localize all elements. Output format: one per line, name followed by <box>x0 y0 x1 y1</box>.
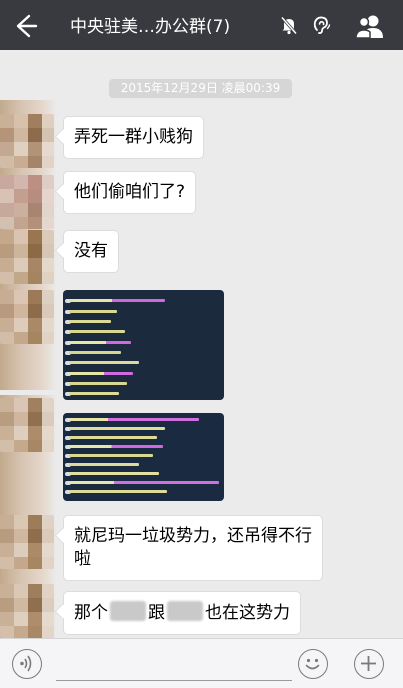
message-text: 没有 <box>74 241 108 261</box>
input-bar <box>0 638 403 688</box>
voice-icon[interactable] <box>12 649 42 679</box>
avatar[interactable] <box>0 515 54 569</box>
avatar[interactable] <box>0 114 54 168</box>
message-timestamp: 2015年12月29日 凌晨00:39 <box>109 79 292 98</box>
avatar[interactable] <box>0 398 54 452</box>
chat-log-screenshot[interactable] <box>63 290 224 400</box>
message-text: 他们偷咱们了? <box>74 182 186 202</box>
earpiece-icon <box>311 15 331 35</box>
message-bubble[interactable]: 弄死一群小贱狗 <box>63 116 204 159</box>
message-bubble[interactable]: 他们偷咱们了? <box>63 171 197 214</box>
avatar[interactable] <box>0 230 54 284</box>
redacted-name <box>110 601 146 621</box>
avatar[interactable] <box>0 290 54 344</box>
message-text-part: 跟 <box>148 603 165 623</box>
chat-log-screenshot[interactable] <box>63 413 224 501</box>
plus-icon[interactable] <box>354 649 384 679</box>
bell-muted-icon <box>279 15 299 35</box>
back-arrow-icon[interactable] <box>10 11 40 41</box>
message-text: 弄死一群小贱狗 <box>74 127 193 147</box>
chat-area[interactable]: 2015年12月29日 凌晨00:39 弄死一群小贱狗 他们偷咱们了? 没有 就… <box>0 50 403 638</box>
message-bubble[interactable]: 那个 跟 也在这势力 <box>63 591 301 635</box>
emoji-icon[interactable] <box>298 649 328 679</box>
avatar[interactable] <box>0 584 54 638</box>
chat-title: 中央驻美…办公群(7) <box>70 17 231 37</box>
message-input[interactable] <box>56 650 292 681</box>
message-text-part: 也在这势力 <box>205 603 290 623</box>
redacted-name <box>167 601 203 621</box>
message-text-part: 那个 <box>74 603 108 623</box>
avatar[interactable] <box>0 175 54 229</box>
chat-header: 中央驻美…办公群(7) <box>0 0 403 50</box>
group-members-icon[interactable] <box>354 13 386 39</box>
message-bubble[interactable]: 就尼玛一垃圾势力，还吊得不行啦 <box>63 515 323 581</box>
message-text: 就尼玛一垃圾势力，还吊得不行啦 <box>74 526 312 569</box>
message-bubble[interactable]: 没有 <box>63 230 119 273</box>
